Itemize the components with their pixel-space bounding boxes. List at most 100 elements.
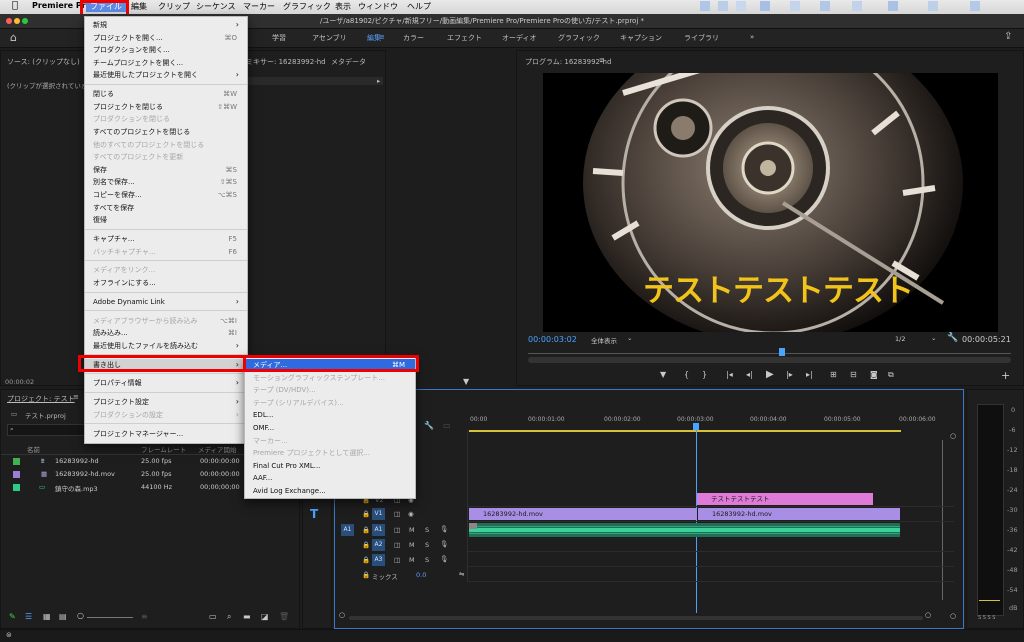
track-target-a3[interactable]: A3 [372, 554, 385, 566]
file-menu-item[interactable]: 復帰 [85, 214, 247, 226]
workspace-tab-libraries[interactable]: ライブラリ [684, 33, 719, 43]
timeline-zoom-scrollbar[interactable] [349, 616, 923, 620]
menu-edit[interactable]: 編集 [131, 1, 147, 12]
export-menu-item[interactable]: OMF... [245, 422, 415, 434]
timeline-playhead-handle[interactable] [693, 423, 699, 430]
vertical-scrollbar[interactable] [942, 440, 943, 600]
zoom-slider[interactable] [87, 617, 133, 618]
zoom-window-button[interactable] [22, 18, 28, 24]
lock-icon[interactable]: 🔒 [362, 526, 370, 534]
new-item-icon[interactable]: ◪ [261, 612, 269, 621]
chevron-down-icon[interactable]: ⌄ [627, 334, 632, 342]
file-menu-item[interactable]: オフラインにする... [85, 277, 247, 289]
scroll-handle-icon[interactable]: ○ [950, 612, 956, 620]
solo-button[interactable]: S [425, 526, 429, 534]
file-menu-item[interactable]: キャプチャ... F5 [85, 233, 247, 245]
lock-icon[interactable]: 🔒 [362, 510, 370, 518]
mark-in-icon[interactable]: { [684, 370, 689, 379]
add-marker-icon[interactable]: ▼ [660, 370, 666, 379]
export-menu-item[interactable]: Final Cut Pro XML... [245, 460, 415, 472]
type-tool-icon[interactable]: T [310, 507, 318, 521]
program-playhead-timecode[interactable]: 00:00:03:02 [528, 335, 577, 344]
eye-icon[interactable]: ◉ [408, 510, 414, 518]
file-menu-item[interactable]: コピーを保存... ⌥⌘S [85, 189, 247, 201]
home-icon[interactable]: ⌂ [10, 31, 17, 44]
lock-icon[interactable]: 🔒 [362, 571, 370, 579]
go-to-in-icon[interactable]: |◂ [726, 370, 733, 379]
file-menu-item[interactable]: すべてのプロジェクトを閉じる [85, 126, 247, 138]
resolution-select[interactable]: 1/2 [895, 335, 905, 343]
video-clip-v1[interactable]: 16283992-hd.mov [469, 508, 697, 520]
go-to-out-icon[interactable]: ▸| [806, 370, 813, 379]
sync-lock-icon[interactable]: ◫ [394, 556, 400, 564]
mute-button[interactable]: M [409, 526, 415, 534]
column-header-name[interactable]: 名前 [27, 444, 40, 454]
trash-icon[interactable]: 🗑 [279, 612, 289, 621]
label-color-swatch[interactable] [13, 458, 20, 465]
find-icon[interactable]: ⌕ [227, 612, 231, 622]
menu-graphics[interactable]: グラフィック [283, 1, 331, 12]
play-icon[interactable]: ▶ [766, 369, 774, 380]
automate-to-sequence-icon[interactable]: ▭ [209, 612, 217, 621]
mix-pan-icon[interactable]: ⇋ [459, 570, 464, 578]
column-header-media-start[interactable]: メディア開始 [198, 444, 237, 454]
file-menu-item[interactable]: 最近使用したファイルを読み込む › [85, 340, 247, 352]
video-clip-v1[interactable]: 16283992-hd.mov [698, 508, 900, 520]
source-tab[interactable]: ソース: (クリップなし) [7, 57, 80, 67]
wrench-icon[interactable]: 🔧 [424, 421, 434, 430]
close-window-button[interactable] [6, 18, 12, 24]
step-forward-icon[interactable]: |▸ [786, 370, 793, 379]
fit-zoom-select[interactable]: 全体表示 [591, 335, 617, 345]
chevron-down-icon[interactable]: ⌄ [931, 334, 936, 342]
file-menu-item[interactable]: プロジェクトを閉じる ⇧⌘W [85, 101, 247, 113]
file-menu-item[interactable]: 閉じる ⌘W [85, 88, 247, 100]
workspace-tab-audio[interactable]: オーディオ [502, 33, 537, 43]
menu-sequence[interactable]: シーケンス [196, 1, 236, 12]
file-menu-item[interactable]: プロダクションを開く... [85, 44, 247, 56]
add-button-icon[interactable]: + [1001, 369, 1010, 382]
file-menu-item[interactable]: チームプロジェクトを開く... [85, 57, 247, 69]
menu-clip[interactable]: クリップ [158, 1, 190, 12]
program-timeline-ruler[interactable] [528, 353, 1011, 354]
workspace-tab-captions[interactable]: キャプション [620, 33, 662, 43]
more-workspaces-icon[interactable]: » [750, 33, 754, 41]
solo-button[interactable]: S [425, 556, 429, 564]
project-tab[interactable]: プロジェクト: テスト [7, 394, 75, 404]
file-menu-item[interactable]: 新規 › [85, 19, 247, 31]
file-menu-item[interactable]: Adobe Dynamic Link › [85, 296, 247, 308]
workspace-tab-graphics[interactable]: グラフィック [558, 33, 600, 43]
caption-icon[interactable]: ▭ [443, 421, 451, 430]
meter-solo-buttons[interactable]: S S S S [978, 615, 995, 621]
work-area-bar[interactable] [469, 430, 901, 432]
file-menu-item[interactable]: 最近使用したプロジェクトを開く › [85, 69, 247, 81]
zoom-scrollbar[interactable] [528, 357, 1011, 363]
microphone-icon[interactable]: 🎙 [440, 555, 448, 563]
track-target-a2[interactable]: A2 [372, 539, 385, 551]
workspace-menu-icon[interactable]: ≡ [379, 33, 385, 41]
workspace-tab-assembly[interactable]: アセンブリ [312, 33, 347, 43]
apple-icon[interactable]:  [12, 0, 18, 11]
column-header-framerate[interactable]: フレームレート [141, 444, 186, 454]
audio-clip-a1[interactable] [469, 523, 900, 537]
microphone-icon[interactable]: 🎙 [440, 525, 448, 533]
file-menu-item[interactable]: すべてを保存 [85, 202, 247, 214]
title-clip[interactable]: テストテストテスト [697, 493, 873, 505]
project-menu-icon[interactable]: ≡ [73, 393, 79, 401]
file-menu-item[interactable]: 別名で保存... ⇧⌘S [85, 176, 247, 188]
file-menu-item[interactable]: 読み込み... ⌘I [85, 327, 247, 339]
comparison-view-icon[interactable]: ⧉ [888, 370, 894, 380]
track-target-v1[interactable]: V1 [372, 508, 385, 520]
label-color-swatch[interactable] [13, 471, 20, 478]
project-search-input[interactable]: ⌕ [7, 424, 89, 436]
menu-view[interactable]: 表示 [335, 1, 351, 12]
file-menu-item[interactable]: プロパティ情報 › [85, 377, 247, 389]
lock-icon[interactable]: 🔒 [362, 541, 370, 549]
export-menu-item[interactable]: AAF... [245, 472, 415, 484]
microphone-icon[interactable]: 🎙 [440, 540, 448, 548]
menu-window[interactable]: ウィンドウ [358, 1, 398, 12]
source-patch-a1[interactable]: A1 [341, 524, 354, 536]
program-menu-icon[interactable]: ≡ [599, 56, 605, 64]
camera-icon[interactable]: ◙ [870, 370, 878, 379]
list-view-icon[interactable]: ☰ [25, 612, 32, 621]
export-menu-item[interactable]: Avid Log Exchange... [245, 485, 415, 497]
